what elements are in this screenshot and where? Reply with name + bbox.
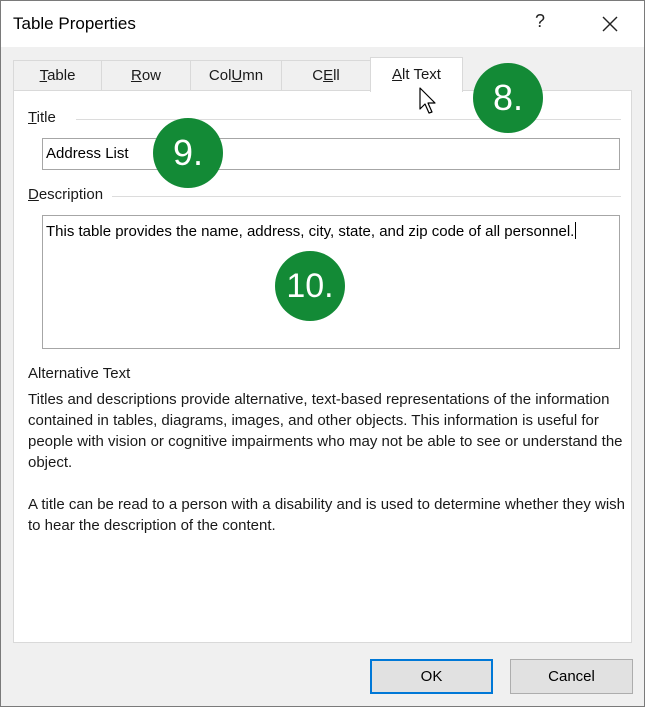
alternative-text-paragraph-1: Titles and descriptions provide alternat… [28, 391, 623, 471]
tab-table-accesskey: T [39, 67, 48, 84]
tab-row[interactable]: Row [101, 60, 191, 91]
description-label-accesskey: D [28, 186, 39, 203]
tab-column-label-start: Col [208, 67, 232, 84]
cancel-button[interactable]: Cancel [510, 659, 633, 694]
description-label-rest: escription [38, 186, 104, 203]
tab-column[interactable]: ColUmn [190, 60, 282, 91]
close-button[interactable] [597, 11, 623, 37]
alt-text-panel: Title Address List Description This tabl… [13, 90, 632, 643]
tab-column-accesskey: U [231, 67, 243, 84]
tab-column-label-rest: mn [242, 67, 264, 84]
title-separator [76, 119, 621, 120]
tab-cell[interactable]: CEll [281, 60, 371, 91]
alternative-text-paragraph-2: A title can be read to a person with a d… [28, 496, 626, 534]
title-label-accesskey: T [28, 109, 37, 126]
mouse-pointer-icon [419, 87, 436, 114]
step-10-badge: 10. [275, 251, 345, 321]
table-properties-dialog: Table Properties ? Table Row ColUmn CEll… [0, 0, 645, 707]
title-input[interactable]: Address List [42, 138, 620, 170]
tab-alt-text-label-rest: lt Text [402, 66, 441, 83]
step-9-badge: 9. [153, 118, 223, 188]
tab-cell-accesskey: E [323, 67, 334, 84]
tab-row-accesskey: R [130, 67, 142, 84]
tab-cell-label-start: C [312, 67, 324, 84]
ok-button[interactable]: OK [370, 659, 493, 694]
tab-alt-text[interactable]: Alt Text [370, 57, 463, 92]
tab-table-label-rest: able [47, 67, 76, 84]
text-caret [575, 222, 577, 239]
description-label: Description [28, 186, 103, 203]
close-icon [602, 16, 618, 32]
alternative-text-heading: Alternative Text [28, 365, 131, 382]
title-input-value: Address List [46, 145, 129, 162]
tab-cell-label-rest: ll [333, 67, 340, 84]
window-title: Table Properties [13, 14, 136, 33]
step-8-badge: 8. [473, 63, 543, 133]
title-label: Title [28, 109, 56, 126]
tab-row-label-rest: ow [141, 67, 162, 84]
tab-alt-text-accesskey: A [392, 66, 403, 83]
tab-table[interactable]: Table [13, 60, 102, 91]
title-label-rest: itle [36, 109, 56, 126]
description-separator [112, 196, 621, 197]
title-bar: Table Properties ? [1, 1, 644, 47]
help-button[interactable]: ? [533, 11, 547, 32]
description-textarea-value: This table provides the name, address, c… [46, 223, 575, 240]
